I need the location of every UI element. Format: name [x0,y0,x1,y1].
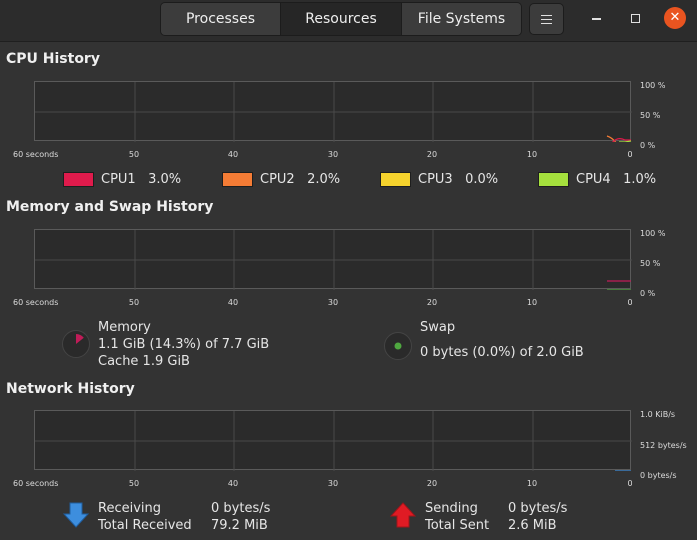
maximize-icon [630,13,640,23]
memory-graph-plot [35,230,632,290]
cpu-graph-plot [35,82,632,142]
memory-y-label-50: 50 % [640,259,661,268]
total-received-label: Total Received [98,518,192,533]
cpu4-value: 1.0% [623,172,657,187]
cpu-y-label-0: 0 % [640,141,656,150]
memory-cache: Cache 1.9 GiB [98,354,190,369]
swap-pie-chart[interactable] [384,332,412,360]
x-axis-label: 60 seconds [13,150,59,159]
x-axis-label: 30 [327,150,339,159]
x-axis-label: 50 [128,479,140,488]
x-axis-label: 10 [526,479,538,488]
menu-button[interactable] [529,3,564,35]
x-axis-label: 60 seconds [13,298,59,307]
receiving-arrow-icon[interactable] [63,502,89,528]
cpu3-legend: CPU3 0.0% [380,172,498,187]
cpu1-value: 3.0% [148,172,182,187]
memory-label: Memory [98,320,151,335]
swap-label: Swap [420,320,456,335]
cpu2-legend: CPU2 2.0% [222,172,340,187]
cpu3-label: CPU3 [418,172,453,187]
cpu-history-title: CPU History [6,51,100,67]
x-axis-label: 50 [128,298,140,307]
close-button[interactable]: ✕ [664,7,686,29]
memory-y-label-100: 100 % [640,229,666,238]
memory-usage: 1.1 GiB (14.3%) of 7.7 GiB [98,337,270,352]
sending-rate: 0 bytes/s [508,501,568,516]
total-sent-label: Total Sent [425,518,490,533]
cpu1-legend: CPU1 3.0% [63,172,181,187]
x-axis-label: 10 [526,150,538,159]
swap-pie-icon [394,342,402,350]
maximize-button[interactable] [624,7,646,29]
cpu4-legend: CPU4 1.0% [538,172,656,187]
network-y-label-mid: 512 bytes/s [640,441,687,450]
cpu2-color-swatch[interactable] [222,172,253,187]
memory-graph [34,229,632,290]
network-graph-plot [35,411,632,471]
x-axis-label: 40 [227,479,239,488]
cpu2-value: 2.0% [307,172,341,187]
x-axis-label: 0 [627,150,633,159]
header-bar: Processes Resources File Systems ✕ [0,0,697,42]
receiving-rate: 0 bytes/s [211,501,271,516]
view-switcher: Processes Resources File Systems [160,2,522,36]
minimize-icon [591,18,601,20]
x-axis-label: 20 [426,298,438,307]
tab-processes[interactable]: Processes [161,3,280,35]
x-axis-label: 60 seconds [13,479,59,488]
x-axis-label: 40 [227,298,239,307]
hamburger-icon [541,14,552,24]
close-icon: ✕ [669,10,681,25]
x-axis-label: 50 [128,150,140,159]
x-axis-label: 30 [327,298,339,307]
cpu2-label: CPU2 [260,172,295,187]
cpu-y-label-100: 100 % [640,81,666,90]
cpu3-value: 0.0% [465,172,499,187]
cpu-graph [34,81,632,142]
cpu4-label: CPU4 [576,172,611,187]
memory-pie-icon [76,334,84,344]
receiving-label: Receiving [98,501,162,516]
swap-usage: 0 bytes (0.0%) of 2.0 GiB [420,345,584,360]
x-axis-label: 0 [627,479,633,488]
memory-y-label-0: 0 % [640,289,656,298]
cpu-y-label-50: 50 % [640,111,661,120]
x-axis-label: 20 [426,150,438,159]
network-y-label-max: 1.0 KiB/s [640,410,676,419]
cpu3-color-swatch[interactable] [380,172,411,187]
cpu4-color-swatch[interactable] [538,172,569,187]
tab-file-systems[interactable]: File Systems [401,3,521,35]
x-axis-label: 40 [227,150,239,159]
sending-label: Sending [425,501,478,516]
memory-history-title: Memory and Swap History [6,199,214,215]
x-axis-label: 0 [627,298,633,307]
x-axis-label: 20 [426,479,438,488]
network-history-title: Network History [6,381,135,397]
total-sent-value: 2.6 MiB [508,518,557,533]
tab-resources[interactable]: Resources [280,3,401,35]
cpu1-label: CPU1 [101,172,136,187]
sending-arrow-icon[interactable] [390,502,416,528]
total-received-value: 79.2 MiB [211,518,268,533]
network-graph [34,410,632,471]
memory-pie-chart[interactable] [62,330,90,358]
x-axis-label: 10 [526,298,538,307]
cpu1-color-swatch[interactable] [63,172,94,187]
minimize-button[interactable] [585,7,607,29]
x-axis-label: 30 [327,479,339,488]
network-y-label-zero: 0 bytes/s [640,471,677,480]
